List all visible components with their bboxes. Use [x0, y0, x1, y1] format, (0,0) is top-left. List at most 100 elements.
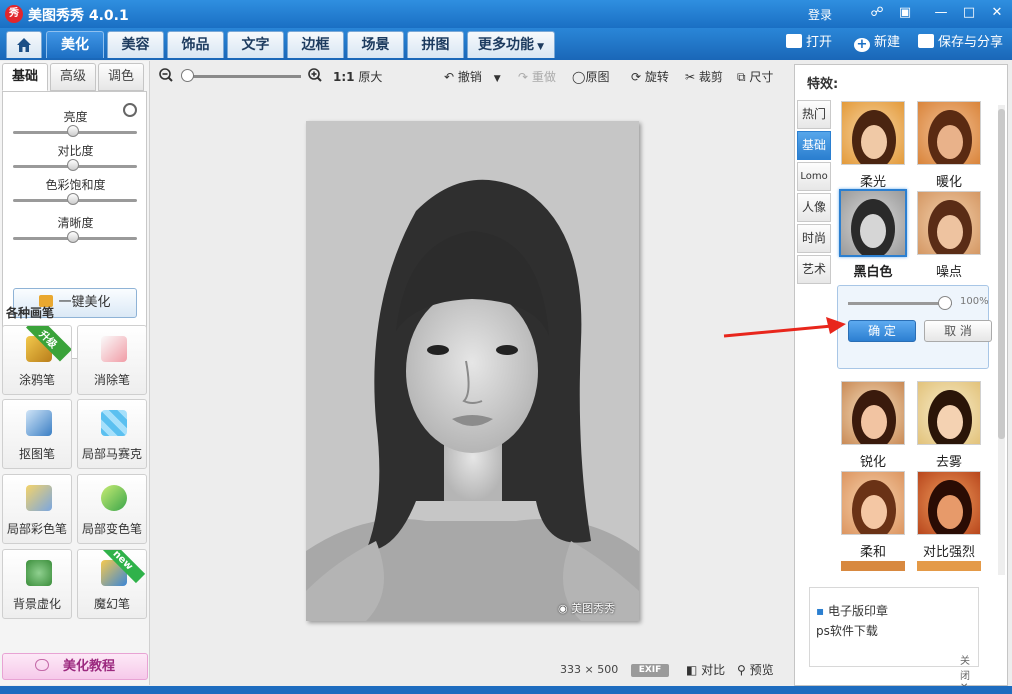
sharpness-knob[interactable]: [67, 231, 79, 243]
close-icon[interactable]: ✕: [986, 4, 1008, 22]
new-label: 新建: [874, 35, 901, 50]
rotate-button[interactable]: ⟳ 旋转: [631, 68, 669, 86]
times-sign: ×: [584, 663, 594, 676]
ad-link-2-label: ps软件下载: [816, 624, 878, 638]
effect-thumb-soft[interactable]: [841, 471, 905, 535]
sharpness-label: 清晰度: [57, 216, 94, 230]
effect-thumb-sharpen[interactable]: [841, 381, 905, 445]
intensity-slider[interactable]: [848, 302, 952, 305]
cancel-button[interactable]: 取 消: [924, 320, 992, 342]
subtab-color[interactable]: 调色: [98, 63, 144, 91]
image-height: 500: [597, 663, 619, 676]
subtab-advanced[interactable]: 高级: [50, 63, 96, 91]
vtab-portrait[interactable]: 人像: [797, 193, 831, 222]
maximize-icon[interactable]: □: [958, 4, 980, 22]
effect-label-sharpen: 锐化: [859, 455, 886, 470]
tab-text[interactable]: 文字: [227, 31, 284, 58]
soft-preview: [852, 480, 896, 534]
tab-border[interactable]: 边框: [287, 31, 344, 58]
compare-button[interactable]: ◧ 对比: [686, 661, 725, 678]
vtab-basic[interactable]: 基础: [797, 131, 831, 160]
contrast-label: 对比度: [57, 144, 94, 158]
partial-color-brush-tool[interactable]: 局部彩色笔: [2, 474, 72, 544]
eraser-icon: [101, 336, 127, 362]
effect-label-noise: 噪点: [935, 265, 962, 280]
confirm-button[interactable]: 确 定: [848, 320, 916, 342]
effect-thumb-partial-2[interactable]: [917, 561, 981, 571]
preview-button[interactable]: ⚲ 预览: [737, 661, 774, 678]
tab-more-label: 更多功能: [477, 37, 534, 53]
zoom-out-icon[interactable]: [159, 68, 173, 86]
feedback-icon[interactable]: ☍: [866, 4, 888, 22]
cutout-brush-tool[interactable]: 抠图笔: [2, 399, 72, 469]
vtab-popular[interactable]: 热门: [797, 100, 831, 129]
subtab-basic[interactable]: 基础: [2, 63, 48, 91]
beautify-tutorial-button[interactable]: 美化教程: [2, 653, 148, 680]
tab-scene[interactable]: 场景: [347, 31, 404, 58]
contrast-knob[interactable]: [67, 159, 79, 171]
ratio-label: 1:1: [333, 70, 355, 84]
taskbar-strip: [0, 686, 1012, 694]
vtab-lomo[interactable]: Lomo: [797, 162, 831, 191]
undo-button[interactable]: ↶ 撤销 ▼: [444, 68, 501, 86]
tab-beautify[interactable]: 美化: [46, 31, 104, 58]
background-blur-tool[interactable]: 背景虚化: [2, 549, 72, 619]
effect-thumb-partial-1[interactable]: [841, 561, 905, 571]
zoom-slider[interactable]: [183, 75, 301, 78]
scissors-icon: ✂: [685, 70, 696, 84]
saturation-knob[interactable]: [67, 193, 79, 205]
recolor-brush-tool[interactable]: 局部变色笔: [77, 474, 147, 544]
eraser-tool[interactable]: 消除笔: [77, 325, 147, 395]
new-button[interactable]: + 新建: [854, 33, 900, 53]
tab-more[interactable]: 更多功能 ▼: [467, 31, 555, 58]
ad-link-1[interactable]: ▪ 电子版印章: [816, 602, 888, 619]
intensity-knob[interactable]: [938, 296, 952, 310]
portrait-photo[interactable]: ◉ 美图秀秀: [306, 121, 639, 621]
login-link[interactable]: 登录: [808, 6, 832, 23]
home-tab[interactable]: [6, 31, 42, 58]
effect-thumb-high-contrast[interactable]: [917, 471, 981, 535]
undo-icon: ↶: [444, 70, 455, 84]
rotate-icon: ⟳: [631, 70, 642, 84]
vtab-fashion[interactable]: 时尚: [797, 224, 831, 253]
effect-thumb-dehaze[interactable]: [917, 381, 981, 445]
resize-button[interactable]: ⧉ 尺寸: [737, 68, 773, 86]
effect-label-high-contrast: 对比强烈: [922, 545, 975, 560]
redo-button[interactable]: ↷ 重做: [518, 68, 556, 86]
blur-icon: [26, 560, 52, 586]
original-image-button[interactable]: ◯原图: [572, 68, 609, 86]
minimize-icon[interactable]: —: [930, 4, 952, 22]
tab-beauty[interactable]: 美容: [107, 31, 164, 58]
brightness-knob[interactable]: [67, 125, 79, 137]
cutout-brush-label: 抠图笔: [18, 447, 55, 461]
effects-scroll-thumb[interactable]: [998, 109, 1005, 439]
zoom-knob[interactable]: [181, 69, 194, 82]
main-nav: 美化 美容 饰品 文字 边框 场景 拼图 更多功能 ▼ 打开 + 新建 保存与分享: [0, 28, 1012, 60]
tutorial-label: 美化教程: [62, 659, 115, 674]
effect-thumb-black-white[interactable]: [839, 189, 907, 257]
menu-icon[interactable]: ▣: [894, 4, 916, 22]
doodle-brush-tool[interactable]: 升级 涂鸦笔: [2, 325, 72, 395]
effect-label-black-white: 黑白色: [853, 265, 893, 280]
zoom-in-icon[interactable]: [308, 68, 322, 86]
effect-thumb-warm[interactable]: [917, 101, 981, 165]
vtab-art[interactable]: 艺术: [797, 255, 831, 284]
tab-collage[interactable]: 拼图: [407, 31, 464, 58]
magic-brush-tool[interactable]: new 魔幻笔: [77, 549, 147, 619]
paint-bucket-icon: [101, 485, 127, 511]
save-share-button[interactable]: 保存与分享: [918, 33, 1003, 53]
effect-thumb-noise[interactable]: [917, 191, 981, 255]
app-title: 美图秀秀 4.0.1: [28, 8, 129, 24]
redo-label: 重做: [531, 70, 556, 84]
partial-color-brush-label: 局部彩色笔: [6, 522, 67, 536]
crop-button[interactable]: ✂ 裁剪: [685, 68, 723, 86]
effect-thumb-soft-light[interactable]: [841, 101, 905, 165]
ad-link-2[interactable]: ps软件下载: [816, 622, 878, 639]
tab-accessories[interactable]: 饰品: [167, 31, 224, 58]
open-button[interactable]: 打开: [786, 33, 832, 53]
hand-icon: [34, 659, 49, 671]
exif-button[interactable]: EXIF: [631, 664, 669, 677]
undo-dropdown-icon[interactable]: ▼: [494, 74, 501, 84]
mosaic-tool[interactable]: 局部马赛克: [77, 399, 147, 469]
original-size-button[interactable]: 1:1 原大: [333, 68, 382, 86]
